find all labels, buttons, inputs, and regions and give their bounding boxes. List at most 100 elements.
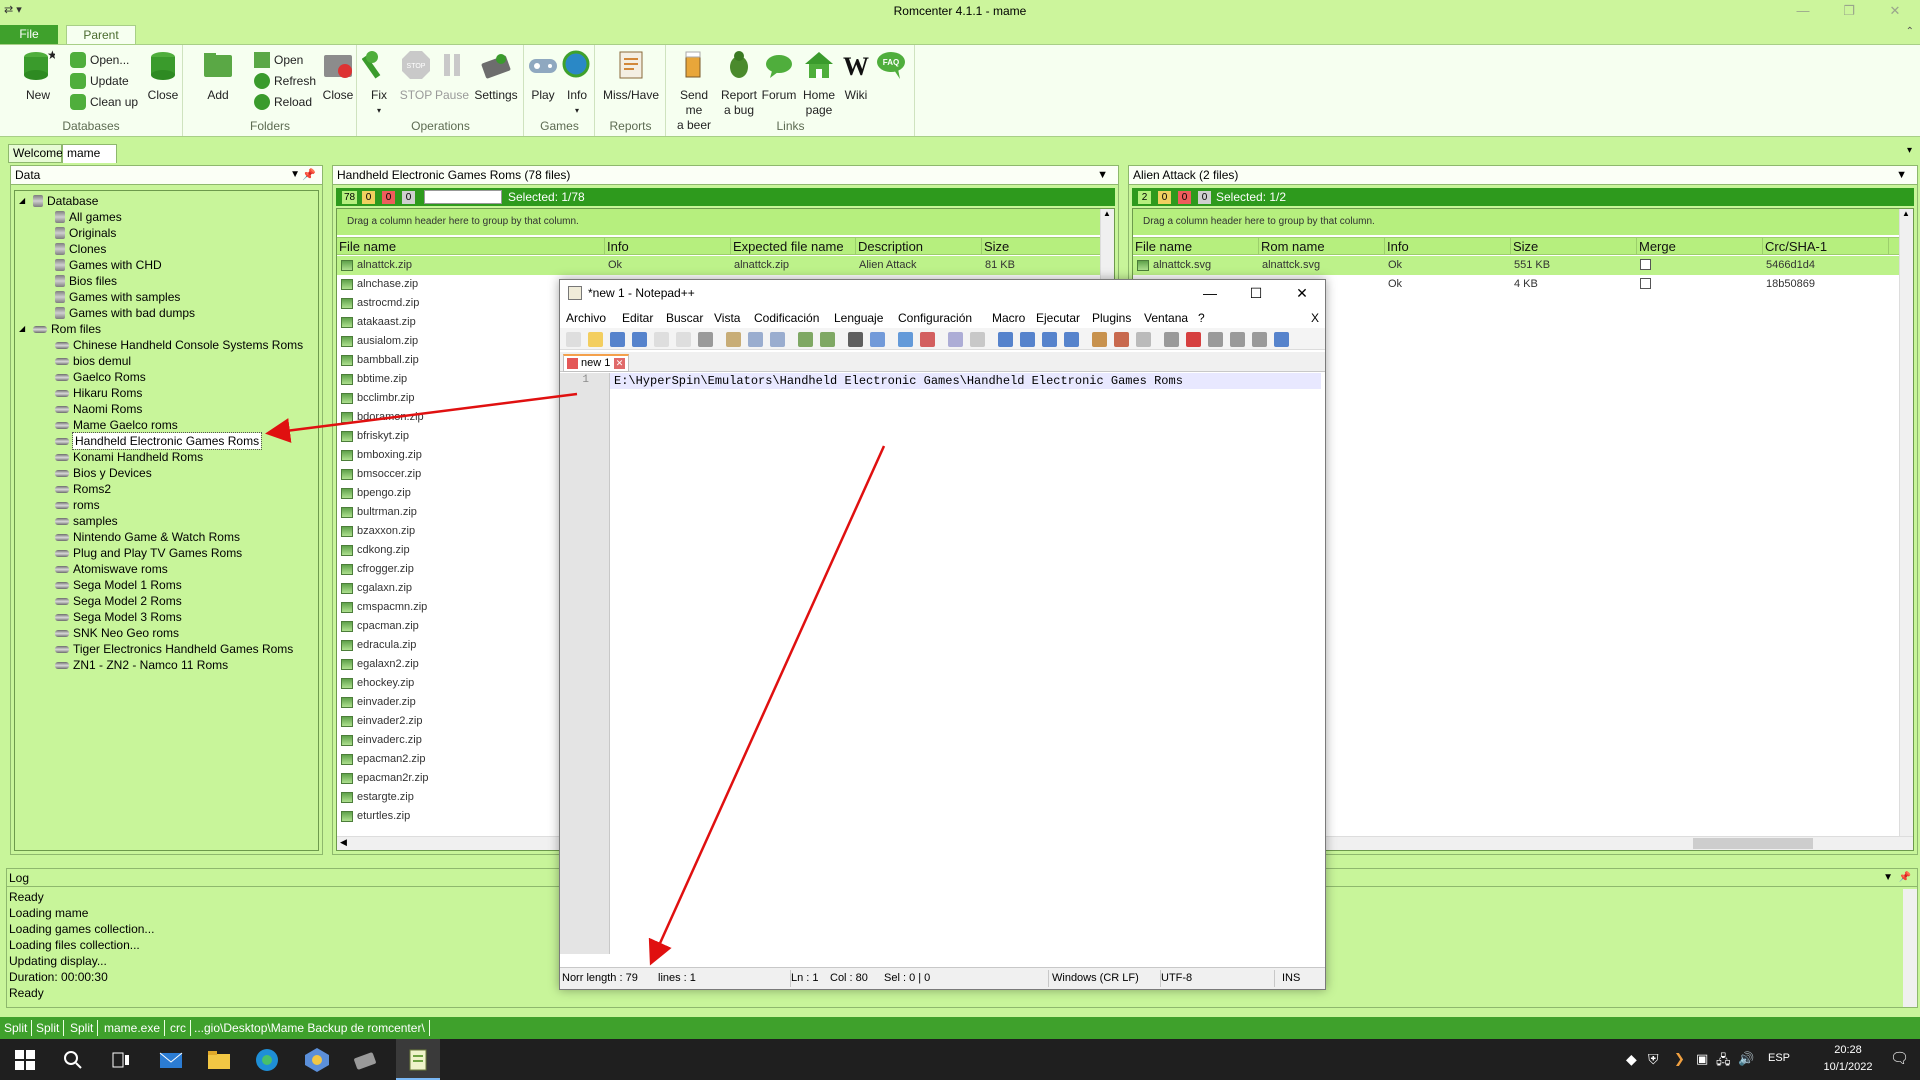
edge-icon[interactable] xyxy=(252,1045,282,1075)
chevron-up-icon[interactable]: ❯ xyxy=(1674,1051,1685,1067)
wiki-button[interactable]: W Wiki xyxy=(839,49,873,103)
user-lang-icon[interactable] xyxy=(1274,332,1289,347)
column-header[interactable]: File name xyxy=(1133,238,1259,255)
find-icon[interactable] xyxy=(848,332,863,347)
menu-item[interactable]: Buscar xyxy=(666,311,703,325)
column-header[interactable]: Description xyxy=(856,238,982,255)
sync-v-icon[interactable] xyxy=(948,332,963,347)
stop-record-icon[interactable] xyxy=(1186,332,1201,347)
update-database-button[interactable]: Update xyxy=(70,72,129,90)
close-icon[interactable]: ✕ xyxy=(1279,280,1325,306)
column-header[interactable]: Merge xyxy=(1637,238,1763,255)
fix-button[interactable]: Fix ▾ xyxy=(360,49,398,118)
menu-item[interactable]: ? xyxy=(1198,311,1205,325)
tree-item[interactable]: Games with samples xyxy=(55,289,180,305)
menu-item[interactable]: Vista xyxy=(714,311,740,325)
tab-mame[interactable]: mame ✕ xyxy=(62,144,117,177)
reload-button[interactable]: Reload xyxy=(254,93,312,111)
tree-item[interactable]: SNK Neo Geo roms xyxy=(55,625,179,641)
task-view-icon[interactable] xyxy=(106,1045,136,1075)
tree-node-database[interactable]: ◢ Database xyxy=(19,193,98,209)
tree-item[interactable]: Atomiswave roms xyxy=(55,561,168,577)
word-wrap-icon[interactable] xyxy=(998,332,1013,347)
save-all-icon[interactable] xyxy=(632,332,647,347)
menu-close-button[interactable]: X xyxy=(1311,311,1319,325)
column-header[interactable]: File name xyxy=(337,238,605,255)
tree-item[interactable]: Sega Model 3 Roms xyxy=(55,609,182,625)
miss-have-button[interactable]: Miss/Have xyxy=(596,49,666,103)
minimize-icon[interactable]: — xyxy=(1780,0,1826,22)
log-scrollbar[interactable] xyxy=(1903,889,1917,1007)
tree-item[interactable]: Konami Handheld Roms xyxy=(55,449,203,465)
save-icon[interactable] xyxy=(610,332,625,347)
zoom-in-icon[interactable] xyxy=(898,332,913,347)
tree-item[interactable]: samples xyxy=(55,513,118,529)
pause-button[interactable]: Pause xyxy=(434,49,470,103)
notepad-taskbar-button[interactable] xyxy=(396,1039,440,1080)
tree-item[interactable]: Hikaru Roms xyxy=(55,385,142,401)
ribbon-collapse-icon[interactable]: ⌃ xyxy=(1906,26,1914,37)
menu-item[interactable]: Macro xyxy=(992,311,1025,325)
paste-icon[interactable] xyxy=(770,332,785,347)
file-explorer-icon[interactable] xyxy=(204,1045,234,1075)
indent-guide-icon[interactable] xyxy=(1042,332,1057,347)
expand-icon[interactable]: ◢ xyxy=(19,193,29,209)
close-tab-icon[interactable]: ✕ xyxy=(614,358,625,369)
stop-button[interactable]: STOP STOP xyxy=(398,49,434,103)
tree-item[interactable]: Tiger Electronics Handheld Games Roms xyxy=(55,641,293,657)
hyperspin-icon[interactable] xyxy=(302,1045,332,1075)
column-header[interactable]: Crc/SHA-1 xyxy=(1763,238,1889,255)
menu-item[interactable]: Plugins xyxy=(1092,311,1131,325)
menu-item[interactable]: Codificación xyxy=(754,311,819,325)
expand-icon[interactable]: ◢ xyxy=(19,321,29,337)
tree-item[interactable]: Bios y Devices xyxy=(55,465,152,481)
clock-date[interactable]: 10/1/2022 xyxy=(1814,1061,1882,1073)
tree-item[interactable]: Chinese Handheld Console Systems Roms xyxy=(55,337,303,353)
maximize-icon[interactable]: ☐ xyxy=(1233,280,1279,306)
display-icon[interactable]: ▣ xyxy=(1696,1051,1708,1067)
run-macro-icon[interactable] xyxy=(1230,332,1245,347)
tree-item[interactable]: bios demul xyxy=(55,353,131,369)
function-list-icon[interactable] xyxy=(1092,332,1107,347)
windows-start-icon[interactable] xyxy=(10,1045,40,1075)
add-folder-button[interactable]: Add xyxy=(198,49,238,103)
tree-item[interactable]: roms xyxy=(55,497,100,513)
info-button[interactable]: Info ▾ xyxy=(559,49,595,118)
tree-item[interactable]: Mame Gaelco roms xyxy=(55,417,178,433)
column-header[interactable]: Rom name xyxy=(1259,238,1385,255)
tree-item[interactable]: Nintendo Game & Watch Roms xyxy=(55,529,240,545)
merge-checkbox[interactable] xyxy=(1640,259,1651,270)
new-file-icon[interactable] xyxy=(566,332,581,347)
open-database-button[interactable]: Open... xyxy=(70,51,129,69)
open-folder-button[interactable]: Open xyxy=(254,51,303,69)
copy-icon[interactable] xyxy=(748,332,763,347)
column-header[interactable]: Size xyxy=(982,238,1108,255)
vertical-scrollbar[interactable]: ▲ xyxy=(1899,209,1913,836)
open-file-icon[interactable] xyxy=(588,332,603,347)
tab-welcome[interactable]: Welcome xyxy=(8,144,63,163)
new-button[interactable]: ★ New xyxy=(16,48,60,103)
defender-icon[interactable]: ⛨ xyxy=(1648,1051,1659,1068)
menu-item[interactable]: Archivo xyxy=(566,311,606,325)
forum-button[interactable]: Forum xyxy=(759,49,799,103)
play-button[interactable]: Play xyxy=(525,49,561,103)
close-folder-button[interactable]: Close xyxy=(319,49,357,103)
network-icon[interactable]: 🖧 xyxy=(1716,1051,1731,1073)
refresh-button[interactable]: Refresh xyxy=(254,72,316,90)
undo-icon[interactable] xyxy=(798,332,813,347)
editor-text[interactable]: E:\HyperSpin\Emulators\Handheld Electron… xyxy=(614,374,1183,388)
tree-item[interactable]: Games with CHD xyxy=(55,257,162,273)
pin-icon[interactable]: 📌 xyxy=(1899,869,1911,887)
menu-item[interactable]: Ventana xyxy=(1144,311,1188,325)
cleanup-database-button[interactable]: Clean up xyxy=(70,93,138,111)
column-header[interactable]: Info xyxy=(1385,238,1511,255)
cut-icon[interactable] xyxy=(726,332,741,347)
menu-item[interactable]: Ejecutar xyxy=(1036,311,1080,325)
tabs-dropdown-icon[interactable]: ▾ xyxy=(1907,145,1912,156)
tree-item[interactable]: Handheld Electronic Games Roms xyxy=(55,432,263,450)
column-header[interactable]: Expected file name xyxy=(731,238,856,255)
replace-icon[interactable] xyxy=(870,332,885,347)
folder-workspace-icon[interactable] xyxy=(1114,332,1129,347)
menu-item[interactable]: Lenguaje xyxy=(834,311,883,325)
tree-item[interactable]: Gaelco Roms xyxy=(55,369,146,385)
